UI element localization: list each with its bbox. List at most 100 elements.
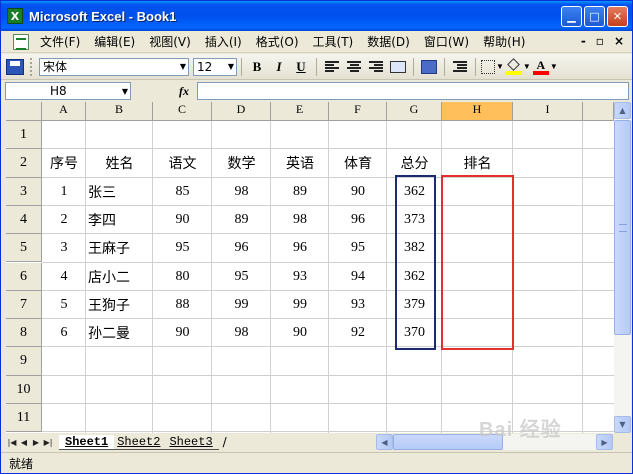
sheet-tab-bar: |◀ ◀ ▶ ▶| Sheet1 Sheet2 Sheet3 / ◀ ▶ (6, 433, 631, 451)
row-header-1[interactable]: 1 (6, 121, 42, 150)
name-box[interactable]: H8 ▼ (5, 82, 131, 100)
grip-icon (619, 224, 627, 232)
menu-tools[interactable]: 工具(T) (308, 33, 363, 50)
menu-file[interactable]: 文件(F) (35, 33, 89, 50)
data-cell: 90 (175, 325, 190, 341)
first-sheet-icon[interactable]: |◀ (6, 435, 18, 449)
merge-center-button[interactable] (388, 57, 408, 77)
header-cell: 英语 (286, 156, 314, 173)
column-header-h[interactable]: H (442, 102, 513, 121)
italic-button[interactable]: I (269, 57, 289, 77)
scroll-up-icon[interactable]: ▲ (614, 102, 631, 119)
chevron-down-icon[interactable]: ▼ (228, 62, 234, 71)
column-header-g[interactable]: G (387, 102, 442, 121)
tab-divider: / (222, 435, 227, 449)
align-right-icon (369, 60, 383, 73)
chevron-down-icon[interactable]: ▼ (122, 87, 128, 96)
window-title: Microsoft Excel - Book1 (29, 8, 177, 24)
data-cell: 1 (60, 183, 68, 199)
column-header-f[interactable]: F (329, 102, 387, 121)
status-bar: 就绪 (1, 452, 632, 473)
worksheet-grid[interactable]: A B C D E F G H I 1 2 3 4 5 6 7 8 9 10 11 序号 姓名 语文 数学 英语 体育 总分 排名 1 张… (6, 102, 614, 433)
row-header-2[interactable]: 2 (6, 149, 42, 178)
minimize-button[interactable]: ▁ (561, 6, 582, 27)
bold-button[interactable]: B (247, 57, 267, 77)
last-sheet-icon[interactable]: ▶| (42, 435, 54, 449)
row-header-6[interactable]: 6 (6, 262, 42, 291)
save-icon[interactable] (6, 58, 24, 75)
workbook-icon[interactable] (13, 33, 29, 50)
align-center-button[interactable] (344, 57, 364, 77)
menu-view[interactable]: 视图(V) (144, 33, 200, 50)
data-cell: 6 (60, 325, 68, 341)
workbook-minimize-button[interactable]: - (581, 34, 586, 48)
menu-edit[interactable]: 编辑(E) (89, 33, 144, 50)
column-header-b[interactable]: B (86, 102, 153, 121)
tab-sheet3[interactable]: Sheet3 (163, 435, 219, 450)
column-header-a[interactable]: A (42, 102, 86, 121)
menu-data[interactable]: 数据(D) (362, 33, 419, 50)
chevron-down-icon[interactable]: ▼ (550, 62, 558, 71)
font-color-button[interactable]: A ▼ (532, 57, 558, 77)
column-header-i[interactable]: I (513, 102, 583, 121)
workbook-restore-button[interactable]: ▫ (596, 34, 604, 48)
rank-column-selection[interactable] (441, 174, 514, 351)
insert-function-icon[interactable]: fx (179, 84, 189, 99)
horizontal-scrollbar[interactable]: ◀ ▶ (376, 434, 613, 450)
data-cell: 孙二曼 (88, 326, 130, 343)
row-header-9[interactable]: 9 (6, 347, 42, 376)
horizontal-scroll-thumb[interactable] (393, 434, 503, 450)
scroll-left-icon[interactable]: ◀ (376, 434, 393, 450)
prev-sheet-icon[interactable]: ◀ (18, 435, 30, 449)
data-cell: 98 (234, 325, 249, 341)
chevron-down-icon[interactable]: ▼ (496, 62, 504, 71)
workbook-close-button[interactable]: × (614, 34, 624, 48)
menu-insert[interactable]: 插入(I) (200, 33, 251, 50)
header-cell: 数学 (227, 156, 256, 173)
data-cell: 5 (60, 296, 68, 312)
column-header-d[interactable]: D (212, 102, 271, 121)
vertical-scrollbar[interactable]: ▲ ▼ (614, 102, 631, 433)
excel-icon: X (7, 8, 23, 24)
align-right-button[interactable] (366, 57, 386, 77)
align-center-icon (347, 60, 361, 73)
close-button[interactable]: ✕ (607, 6, 628, 27)
row-header-7[interactable]: 7 (6, 290, 42, 320)
vertical-scroll-thumb[interactable] (614, 120, 631, 335)
menu-format[interactable]: 格式(O) (251, 33, 308, 50)
data-cell: 98 (234, 183, 249, 199)
tab-sheet1[interactable]: Sheet1 (59, 434, 115, 450)
row-header-5[interactable]: 5 (6, 234, 42, 263)
row-header-10[interactable]: 10 (6, 375, 42, 404)
underline-button[interactable]: U (291, 57, 311, 77)
maximize-button[interactable]: □ (584, 6, 605, 27)
scroll-down-icon[interactable]: ▼ (614, 416, 631, 433)
row-header-8[interactable]: 8 (6, 319, 42, 348)
row-header-3[interactable]: 3 (6, 177, 42, 206)
data-cell: 李四 (88, 213, 116, 230)
borders-button[interactable]: ▼ (481, 57, 504, 77)
chevron-down-icon[interactable]: ▼ (523, 62, 531, 71)
formula-input[interactable] (197, 82, 629, 100)
scroll-right-icon[interactable]: ▶ (596, 434, 613, 450)
indent-button[interactable] (450, 57, 470, 77)
align-left-button[interactable] (322, 57, 342, 77)
menu-help[interactable]: 帮助(H) (478, 33, 534, 50)
data-cell: 王麻子 (88, 241, 130, 258)
tab-sheet2[interactable]: Sheet2 (111, 435, 167, 450)
font-name-select[interactable]: 宋体 ▼ (39, 57, 189, 76)
fill-color-button[interactable]: ▼ (505, 57, 531, 77)
menu-window[interactable]: 窗口(W) (419, 33, 478, 50)
format-painter-button[interactable] (419, 57, 439, 77)
gridline-vertical (582, 121, 583, 433)
toolbar-grip[interactable] (30, 57, 34, 76)
select-all-corner[interactable] (6, 102, 42, 121)
chevron-down-icon[interactable]: ▼ (180, 62, 186, 71)
next-sheet-icon[interactable]: ▶ (30, 435, 42, 449)
title-bar[interactable]: X Microsoft Excel - Book1 ▁ □ ✕ (1, 1, 632, 31)
row-header-11[interactable]: 11 (6, 404, 42, 433)
row-header-4[interactable]: 4 (6, 205, 42, 235)
column-header-e[interactable]: E (271, 102, 329, 121)
font-size-select[interactable]: 12 ▼ (193, 57, 237, 76)
column-header-c[interactable]: C (153, 102, 212, 121)
